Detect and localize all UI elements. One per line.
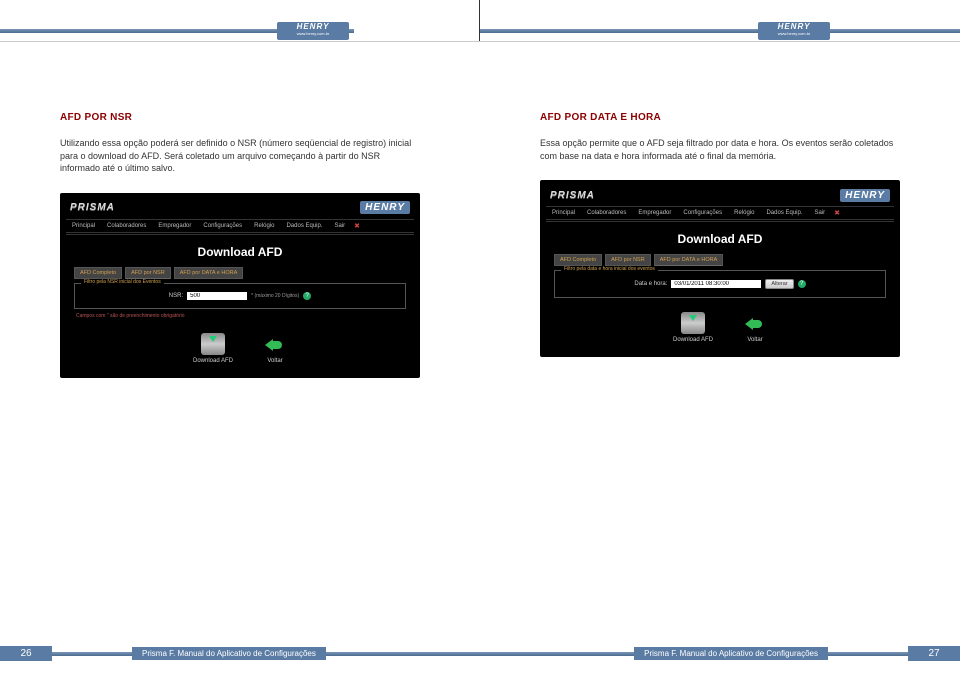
section-heading: AFD POR NSR: [60, 112, 420, 123]
footer-title: Prisma F. Manual do Aplicativo de Config…: [634, 647, 828, 660]
menu-sair[interactable]: Sair: [809, 207, 832, 219]
header-stripe: [480, 29, 960, 33]
tab-afd-completo[interactable]: AFD Completo: [74, 267, 122, 279]
close-icon[interactable]: ✖: [831, 207, 843, 219]
menu-empregador[interactable]: Empregador: [152, 220, 197, 232]
back-icon: [263, 333, 287, 355]
henry-logo-app: HENRY: [360, 202, 410, 213]
help-icon[interactable]: ?: [798, 280, 806, 288]
menu-colaboradores[interactable]: Colaboradores: [101, 220, 152, 232]
footer-right: Prisma F. Manual do Aplicativo de Config…: [480, 646, 960, 661]
menu-colaboradores[interactable]: Colaboradores: [581, 207, 632, 219]
back-button[interactable]: Voltar: [743, 312, 767, 343]
required-note: Campos com " são de preenchimento obriga…: [66, 309, 414, 319]
footer: 26 Prisma F. Manual do Aplicativo de Con…: [0, 646, 960, 661]
date-field-row: Data e hora: Alterar ?: [561, 279, 879, 289]
app-menu: Principal Colaboradores Empregador Confi…: [546, 206, 894, 220]
menu-empregador[interactable]: Empregador: [632, 207, 677, 219]
menu-relogio[interactable]: Relógio: [728, 207, 760, 219]
app-header: PRISMA HENRY: [66, 199, 414, 217]
download-afd-button[interactable]: Download AFD: [673, 312, 713, 343]
footer-stripe: [52, 652, 132, 656]
action-row: Download AFD Voltar: [546, 298, 894, 351]
date-filter-fieldset: Filtro pela data e hora inicial dos even…: [554, 270, 886, 298]
alterar-button[interactable]: Alterar: [765, 279, 793, 289]
menu-principal[interactable]: Principal: [546, 207, 581, 219]
footer-stripe: [828, 652, 908, 656]
prisma-logo: PRISMA: [550, 190, 595, 201]
logo-brand: HENRY: [277, 23, 349, 31]
menu-principal[interactable]: Principal: [66, 220, 101, 232]
section-body: Utilizando essa opção poderá ser definid…: [60, 137, 420, 175]
menu-sair[interactable]: Sair: [329, 220, 352, 232]
top-left: HENRY www.henry.com.br: [0, 0, 480, 41]
section-heading: AFD POR DATA E HORA: [540, 112, 900, 123]
menu-relogio[interactable]: Relógio: [248, 220, 280, 232]
logo-brand: HENRY: [758, 23, 830, 31]
download-icon: [681, 312, 705, 334]
section-body: Essa opção permite que o AFD seja filtra…: [540, 137, 900, 162]
nsr-filter-fieldset: Filtro pela NSR inicial dos Eventos NSR:…: [74, 283, 406, 309]
back-label: Voltar: [263, 358, 287, 364]
nsr-input[interactable]: [187, 292, 247, 300]
tab-row: AFD Completo AFD por NSR AFD por DATA e …: [66, 267, 414, 279]
tab-afd-data-hora[interactable]: AFD por DATA e HORA: [174, 267, 244, 279]
prisma-logo: PRISMA: [70, 202, 115, 213]
fieldset-legend: Filtro pela data e hora inicial dos even…: [561, 266, 658, 272]
tab-afd-data-hora[interactable]: AFD por DATA e HORA: [654, 254, 724, 266]
fieldset-legend: Filtro pela NSR inicial dos Eventos: [81, 279, 164, 285]
top-right: HENRY www.henry.com.br: [480, 0, 960, 41]
app-title: Download AFD: [66, 235, 414, 267]
page-number-right: 27: [908, 646, 960, 661]
back-icon: [743, 312, 767, 334]
footer-stripe: [326, 652, 480, 656]
nsr-field-row: NSR: * (máximo 20 Dígitos) ?: [81, 292, 399, 300]
help-icon[interactable]: ?: [303, 292, 311, 300]
left-column: AFD POR NSR Utilizando essa opção poderá…: [0, 112, 480, 378]
tab-afd-nsr[interactable]: AFD por NSR: [125, 267, 171, 279]
henry-logo-app: HENRY: [840, 190, 890, 201]
action-row: Download AFD Voltar: [66, 319, 414, 372]
download-label: Download AFD: [673, 337, 713, 343]
app-screenshot-nsr: PRISMA HENRY Principal Colaboradores Emp…: [60, 193, 420, 378]
app-menu: Principal Colaboradores Empregador Confi…: [66, 219, 414, 233]
tab-afd-nsr[interactable]: AFD por NSR: [605, 254, 651, 266]
logo-url: www.henry.com.br: [277, 31, 349, 36]
download-afd-button[interactable]: Download AFD: [193, 333, 233, 364]
download-icon: [201, 333, 225, 355]
henry-logo: HENRY www.henry.com.br: [758, 22, 830, 40]
footer-stripe: [480, 652, 634, 656]
menu-dados-equip[interactable]: Dados Equip.: [760, 207, 808, 219]
tab-afd-completo[interactable]: AFD Completo: [554, 254, 602, 266]
date-input[interactable]: [671, 280, 761, 288]
back-button[interactable]: Voltar: [263, 333, 287, 364]
back-label: Voltar: [743, 337, 767, 343]
top-bar: HENRY www.henry.com.br HENRY www.henry.c…: [0, 0, 960, 42]
menu-dados-equip[interactable]: Dados Equip.: [280, 220, 328, 232]
date-label: Data e hora:: [634, 281, 667, 287]
app-screenshot-data-hora: PRISMA HENRY Principal Colaboradores Emp…: [540, 180, 900, 357]
menu-configuracoes[interactable]: Configurações: [197, 220, 248, 232]
app-title: Download AFD: [546, 222, 894, 254]
page-number-left: 26: [0, 646, 52, 661]
tab-row: AFD Completo AFD por NSR AFD por DATA e …: [546, 254, 894, 266]
logo-url: www.henry.com.br: [758, 31, 830, 36]
app-header: PRISMA HENRY: [546, 186, 894, 204]
menu-configuracoes[interactable]: Configurações: [677, 207, 728, 219]
nsr-label: NSR:: [169, 293, 183, 299]
download-label: Download AFD: [193, 358, 233, 364]
content: AFD POR NSR Utilizando essa opção poderá…: [0, 42, 960, 378]
close-icon[interactable]: ✖: [351, 220, 363, 232]
nsr-hint: * (máximo 20 Dígitos): [251, 293, 299, 299]
henry-logo: HENRY www.henry.com.br: [277, 22, 349, 40]
footer-title: Prisma F. Manual do Aplicativo de Config…: [132, 647, 326, 660]
footer-left: 26 Prisma F. Manual do Aplicativo de Con…: [0, 646, 480, 661]
right-column: AFD POR DATA E HORA Essa opção permite q…: [480, 112, 960, 378]
